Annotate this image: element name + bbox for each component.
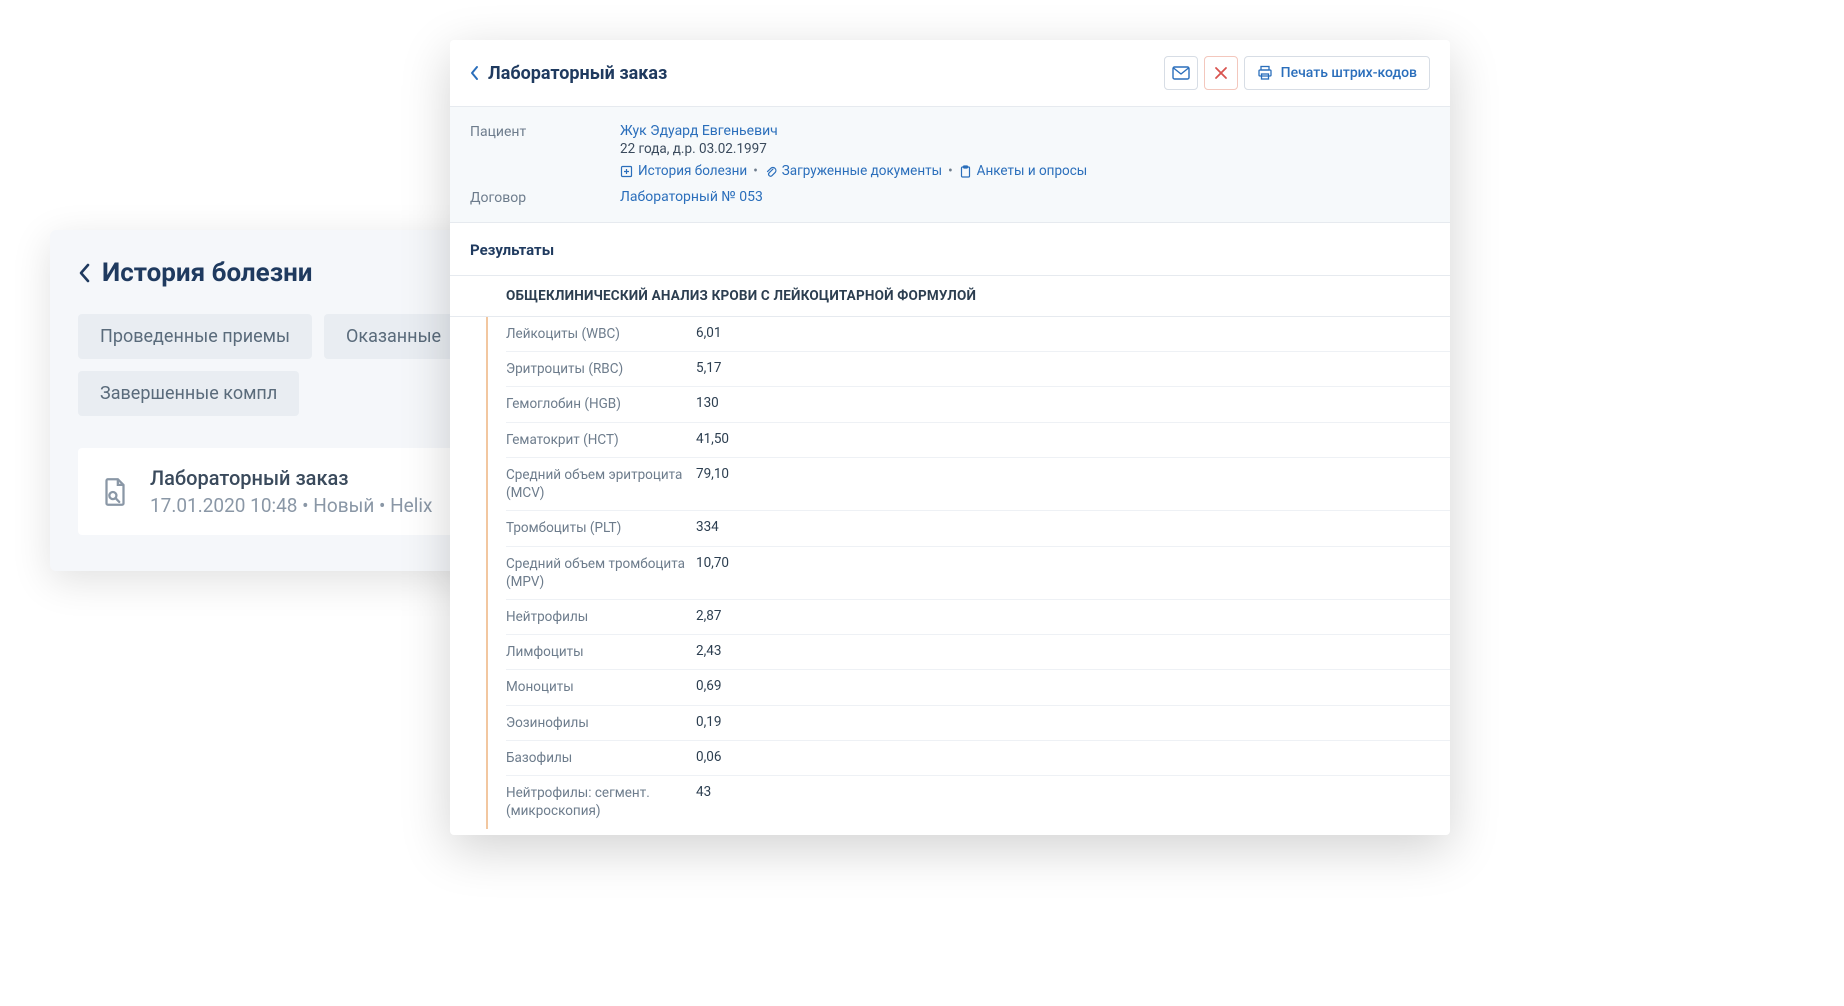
result-name: Нейтрофилы (506, 608, 696, 626)
result-row: Средний объем эритроцита (MCV)79,10 (506, 458, 1450, 511)
result-name: Эритроциты (RBC) (506, 360, 696, 378)
result-name: Средний объем тромбоцита (MPV) (506, 555, 696, 591)
print-barcodes-button[interactable]: Печать штрих-кодов (1244, 56, 1430, 90)
result-name: Эозинофилы (506, 714, 696, 732)
history-title: История болезни (102, 258, 313, 288)
surveys-link[interactable]: Анкеты и опросы (959, 163, 1088, 179)
result-row: Лейкоциты (WBC)6,01 (506, 317, 1450, 352)
result-value: 41,50 (696, 431, 729, 447)
result-name: Моноциты (506, 678, 696, 696)
result-name: Лимфоциты (506, 643, 696, 661)
result-row: Эозинофилы0,19 (506, 706, 1450, 741)
result-row: Моноциты0,69 (506, 670, 1450, 705)
result-row: Базофилы0,06 (506, 741, 1450, 776)
documents-link[interactable]: Загруженные документы (764, 163, 942, 179)
result-name: Гематокрит (HCT) (506, 431, 696, 449)
tab-appointments[interactable]: Проведенные приемы (78, 314, 312, 359)
close-button[interactable] (1204, 56, 1238, 90)
result-value: 0,19 (696, 714, 721, 730)
history-link[interactable]: История болезни (620, 163, 747, 179)
result-row: Тромбоциты (PLT)334 (506, 511, 1450, 546)
result-row: Гемоглобин (HGB)130 (506, 387, 1450, 422)
result-value: 79,10 (696, 466, 729, 482)
lab-order-panel: Лабораторный заказ Печать штрих-кодов (450, 40, 1450, 835)
contract-label: Договор (470, 189, 620, 206)
results-body: Лейкоциты (WBC)6,01Эритроциты (RBC)5,17Г… (450, 317, 1450, 835)
result-value: 5,17 (696, 360, 721, 376)
panel-title: Лабораторный заказ (488, 63, 667, 84)
patient-name-link[interactable]: Жук Эдуард Евгеньевич (620, 123, 778, 139)
close-icon (1214, 66, 1228, 80)
result-name: Нейтрофилы: сегмент. (микроскопия) (506, 784, 696, 820)
history-icon (620, 165, 633, 178)
mail-icon (1172, 66, 1190, 80)
back-link[interactable]: Лабораторный заказ (470, 63, 667, 84)
results-section: Результаты ОБЩЕКЛИНИЧЕСКИЙ АНАЛИЗ КРОВИ … (450, 223, 1450, 835)
result-row: Гематокрит (HCT)41,50 (506, 423, 1450, 458)
contract-link[interactable]: Лабораторный № 053 (620, 189, 763, 205)
result-row: Лимфоциты2,43 (506, 635, 1450, 670)
results-heading: Результаты (450, 241, 1450, 275)
result-value: 130 (696, 395, 719, 411)
printer-icon (1257, 65, 1273, 81)
result-value: 2,87 (696, 608, 721, 624)
result-name: Базофилы (506, 749, 696, 767)
tab-provided[interactable]: Оказанные (324, 314, 463, 359)
result-row: Средний объем тромбоцита (MPV)10,70 (506, 547, 1450, 600)
result-value: 2,43 (696, 643, 721, 659)
result-value: 10,70 (696, 555, 729, 571)
separator: • (753, 163, 758, 179)
result-value: 0,69 (696, 678, 721, 694)
result-value: 43 (696, 784, 711, 800)
patient-label: Пациент (470, 123, 620, 179)
result-value: 6,01 (696, 325, 721, 341)
result-name: Лейкоциты (WBC) (506, 325, 696, 343)
result-value: 0,06 (696, 749, 721, 765)
result-row: Эритроциты (RBC)5,17 (506, 352, 1450, 387)
tab-complexes[interactable]: Завершенные компл (78, 371, 299, 416)
separator: • (948, 163, 953, 179)
order-title: Лабораторный заказ (150, 466, 432, 490)
result-name: Средний объем эритроцита (MCV) (506, 466, 696, 502)
clipboard-icon (959, 165, 972, 178)
chevron-left-icon (470, 65, 480, 81)
result-name: Тромбоциты (PLT) (506, 519, 696, 537)
chevron-left-icon (78, 262, 92, 284)
order-meta: 17.01.2020 10:48 • Новый • Helix (150, 494, 432, 517)
result-name: Гемоглобин (HGB) (506, 395, 696, 413)
mail-button[interactable] (1164, 56, 1198, 90)
result-value: 334 (696, 519, 719, 535)
lab-order-icon (98, 475, 132, 509)
panel-header: Лабораторный заказ Печать штрих-кодов (450, 40, 1450, 107)
result-row: Нейтрофилы2,87 (506, 600, 1450, 635)
results-group-title: ОБЩЕКЛИНИЧЕСКИЙ АНАЛИЗ КРОВИ С ЛЕЙКОЦИТА… (450, 275, 1450, 317)
result-row: Нейтрофилы: сегмент. (микроскопия)43 (506, 776, 1450, 828)
attachment-icon (764, 165, 777, 178)
info-section: Пациент Жук Эдуард Евгеньевич 22 года, д… (450, 107, 1450, 223)
print-barcodes-label: Печать штрих-кодов (1281, 65, 1417, 81)
patient-age: 22 года, д.р. 03.02.1997 (620, 141, 1087, 157)
